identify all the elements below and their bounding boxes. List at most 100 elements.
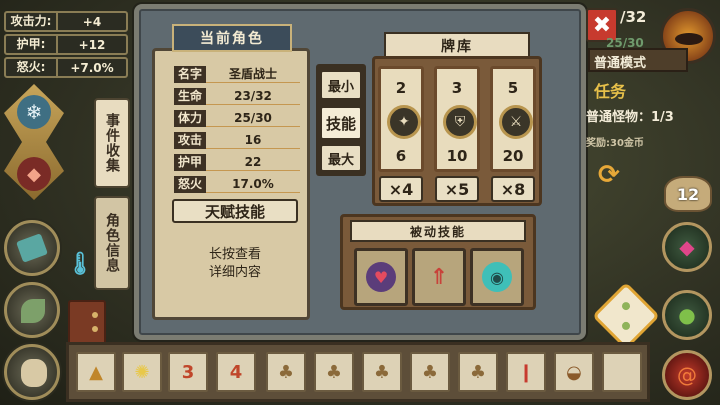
deck-card[interactable]: 5 ⚔ 20 xyxy=(490,66,536,172)
mode-label: 普通模式 xyxy=(594,56,647,71)
deck-card[interactable]: 3 ⛨ 10 xyxy=(434,66,480,172)
deck-card[interactable]: 2 ✦ 6 xyxy=(378,66,424,172)
card-count: ×8 xyxy=(491,176,535,202)
heart-rune-icon: ♥ xyxy=(366,262,396,292)
fire-rune-icon: ◆ xyxy=(17,157,51,191)
panel-title-text: 当前角色 xyxy=(200,31,264,47)
passive-skill-slot[interactable]: ⇑ xyxy=(412,248,466,306)
mushroom-icon: ♣ xyxy=(325,361,343,383)
scroll-number: 3 xyxy=(181,361,195,383)
tab-character-info[interactable]: 角色信息 xyxy=(94,196,130,290)
triangle-rune-icon: ▲ xyxy=(89,361,103,383)
sort-min-button[interactable]: 最小 xyxy=(320,70,362,100)
armor-stat: 护甲: +12 xyxy=(4,34,128,55)
card-count: ×5 xyxy=(435,176,479,202)
passive-skill-slot[interactable]: ♥ xyxy=(354,248,408,306)
stat-row-hp: 生命 23/32 xyxy=(174,88,300,105)
thermometer-icon: 🌡 xyxy=(66,252,94,277)
card-top-value: 2 xyxy=(395,79,407,97)
talent-skill-button[interactable]: 天赋技能 xyxy=(172,199,298,223)
mushroom-icon: ♣ xyxy=(421,361,439,383)
stat-label: 怒火: xyxy=(6,59,58,76)
card-bottom-value: 20 xyxy=(502,147,524,165)
item-slot[interactable]: ♣ xyxy=(362,352,402,392)
sort-skill-button[interactable]: 技能 xyxy=(320,106,362,140)
map-icon xyxy=(21,359,47,387)
tab-event-collection[interactable]: 事件收集 xyxy=(94,98,130,188)
sort-label: 技能 xyxy=(325,114,356,133)
lightbulb-icon: ✺ xyxy=(134,361,150,383)
map-orb-button[interactable] xyxy=(4,344,60,400)
frost-rune-icon: ❄ xyxy=(17,95,51,129)
melon-icon: ● xyxy=(678,303,696,327)
sort-max-button[interactable]: 最大 xyxy=(320,144,362,172)
skill-orb-button[interactable] xyxy=(4,220,60,276)
passive-skill-title: 被动技能 xyxy=(350,220,526,242)
tab-label: 事件收集 xyxy=(104,113,120,173)
stat-value: +4 xyxy=(82,14,102,29)
stat-row-armor: 护甲 22 xyxy=(174,154,300,171)
item-slot[interactable]: ♣ xyxy=(266,352,306,392)
stat-value: 23/32 xyxy=(206,88,300,105)
potion-vial-icon: ❙ xyxy=(518,361,534,383)
bag-icon[interactable]: 12 xyxy=(664,176,712,212)
stat-key: 名字 xyxy=(174,66,206,83)
item-slot[interactable]: 3 xyxy=(168,352,208,392)
spirit-orb-icon: ◉ xyxy=(482,262,512,292)
twin-shield-icon: ⛨ xyxy=(443,105,477,139)
swirl-icon: @ xyxy=(677,363,697,387)
stat-key: 攻击 xyxy=(174,132,206,149)
talent-button-label: 天赋技能 xyxy=(204,202,265,221)
quest-progress: 普通怪物：1/3 xyxy=(586,110,674,125)
item-slot[interactable]: ♣ xyxy=(410,352,450,392)
mushroom-icon: ♣ xyxy=(469,361,487,383)
book-icon[interactable] xyxy=(68,300,106,346)
sort-label: 最小 xyxy=(327,79,354,95)
card-bottom-value: 6 xyxy=(395,147,407,165)
item-slot[interactable]: ▲ xyxy=(76,352,116,392)
stat-value: 圣盾战士 xyxy=(206,66,300,83)
sword-shield-icon: ✦ xyxy=(387,105,421,139)
quest-title: 任务 xyxy=(594,82,627,101)
crossed-swords-icon: ⚔ xyxy=(499,105,533,139)
arrow-tree-icon: ⇑ xyxy=(429,264,449,290)
stat-key: 怒火 xyxy=(174,176,206,193)
stat-row-rage: 怒火 17.0% xyxy=(174,176,300,193)
rage-stat: 怒火: +7.0% xyxy=(4,57,128,78)
stat-value: 22 xyxy=(206,154,300,171)
item-slot-empty[interactable] xyxy=(602,352,642,392)
card-bottom-value: 10 xyxy=(446,147,468,165)
stat-key: 护甲 xyxy=(174,154,206,171)
item-slot[interactable]: ✺ xyxy=(122,352,162,392)
attack-stat: 攻击力: +4 xyxy=(4,11,128,32)
gem-icon xyxy=(16,233,48,263)
melon-button[interactable]: ● xyxy=(662,290,712,340)
stat-key: 生命 xyxy=(174,88,206,105)
tab-label: 角色信息 xyxy=(104,213,120,273)
passive-skill-slot[interactable]: ◉ xyxy=(470,248,524,306)
crystal-button[interactable]: ◆ xyxy=(662,222,712,272)
item-slot[interactable]: 4 xyxy=(216,352,256,392)
character-panel-title: 当前角色 xyxy=(172,24,292,52)
swirl-button[interactable]: @ xyxy=(662,350,712,400)
item-slot[interactable]: ♣ xyxy=(458,352,498,392)
mushroom-icon: ♣ xyxy=(373,361,391,383)
card-count: ×4 xyxy=(379,176,423,202)
game-screen: 攻击力: +4 护甲: +12 怒火: +7.0% ❄ ◆ 🌡 事件收集 角色信… xyxy=(0,0,720,405)
leaf-icon xyxy=(21,299,45,323)
leaf-orb-button[interactable] xyxy=(4,282,60,338)
quest-reward: 奖励:30金币 xyxy=(586,138,644,149)
item-slot[interactable]: ◒ xyxy=(554,352,594,392)
item-slot[interactable]: ♣ xyxy=(314,352,354,392)
card-top-value: 5 xyxy=(507,79,519,97)
stat-label: 护甲: xyxy=(6,36,58,53)
scroll-number: 4 xyxy=(229,361,243,383)
stat-value: +7.0% xyxy=(70,60,114,75)
burger-icon: ◒ xyxy=(566,361,582,383)
stat-value: 25/30 xyxy=(206,110,300,127)
dice-button[interactable] xyxy=(592,282,660,350)
mushroom-icon: ♣ xyxy=(277,361,295,383)
refresh-icon[interactable]: ⟳ xyxy=(598,160,628,190)
stat-value: 17.0% xyxy=(206,176,300,193)
item-slot[interactable]: ❙ xyxy=(506,352,546,392)
